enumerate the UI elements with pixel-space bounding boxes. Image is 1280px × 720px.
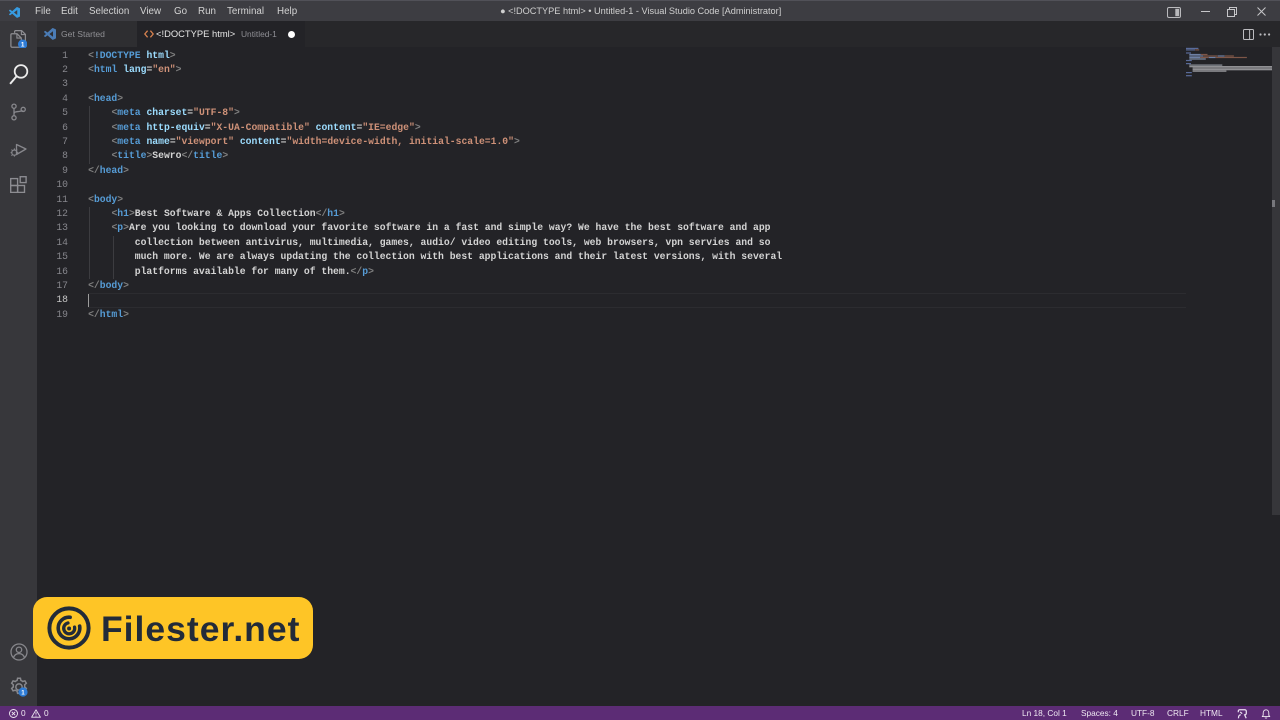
- svg-text:1: 1: [21, 41, 25, 48]
- svg-text:1: 1: [21, 689, 25, 696]
